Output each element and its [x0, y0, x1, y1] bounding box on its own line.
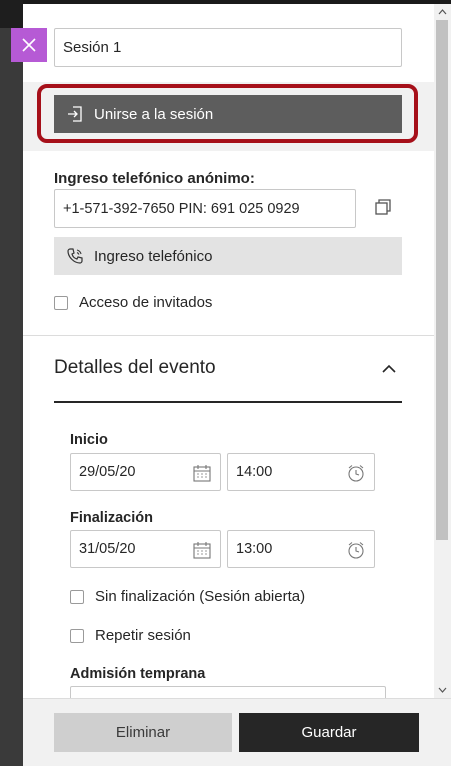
chevron-up-icon: [438, 9, 447, 15]
start-label: Inicio: [70, 432, 108, 448]
chevron-up-icon[interactable]: [380, 360, 398, 378]
end-date-input[interactable]: 31/05/20: [70, 530, 221, 568]
scrollbar-thumb[interactable]: [436, 20, 448, 540]
clock-icon[interactable]: [346, 540, 366, 560]
save-button[interactable]: Guardar: [239, 713, 419, 752]
chevron-down-icon: [438, 687, 447, 693]
start-date-input[interactable]: 29/05/20: [70, 453, 221, 491]
phone-dial-in-button[interactable]: Ingreso telefónico: [54, 237, 402, 275]
close-icon: [22, 38, 36, 52]
scroll-up-arrow[interactable]: [434, 4, 451, 20]
end-time-input[interactable]: 13:00: [227, 530, 375, 568]
event-details-title: Detalles del evento: [54, 357, 216, 378]
calendar-icon[interactable]: [192, 463, 212, 483]
delete-button[interactable]: Eliminar: [54, 713, 232, 752]
phone-dial-in-label: Ingreso telefónico anónimo:: [54, 170, 255, 187]
phone-number-field[interactable]: +1-571-392-7650 PIN: 691 025 0929: [54, 189, 356, 228]
early-admission-label: Admisión temprana: [70, 666, 206, 682]
calendar-icon[interactable]: [192, 540, 212, 560]
repeat-session-row[interactable]: Repetir sesión: [70, 627, 191, 644]
end-time-value: 13:00: [236, 541, 273, 557]
join-button-highlight: [37, 84, 418, 143]
close-button[interactable]: [11, 28, 47, 62]
page-backdrop: [0, 0, 23, 766]
clock-icon[interactable]: [346, 463, 366, 483]
no-end-row[interactable]: Sin finalización (Sesión abierta): [70, 588, 305, 605]
end-label: Finalización: [70, 510, 153, 526]
no-end-checkbox[interactable]: [70, 589, 84, 604]
session-name-input[interactable]: Sesión 1: [54, 28, 402, 67]
repeat-session-label: Repetir sesión: [95, 627, 191, 644]
end-date-value: 31/05/20: [79, 541, 136, 557]
guest-access-row[interactable]: Acceso de invitados: [54, 294, 212, 311]
guest-access-checkbox[interactable]: [54, 295, 68, 310]
repeat-session-checkbox[interactable]: [70, 628, 84, 643]
copy-icon[interactable]: [372, 196, 394, 218]
guest-access-label: Acceso de invitados: [79, 294, 213, 311]
start-time-input[interactable]: 14:00: [227, 453, 375, 491]
phone-icon: [67, 248, 83, 264]
phone-dial-in-button-label: Ingreso telefónico: [94, 247, 213, 265]
section-divider: [23, 335, 434, 336]
start-date-value: 29/05/20: [79, 464, 136, 480]
scroll-down-arrow[interactable]: [434, 682, 451, 698]
start-time-value: 14:00: [236, 464, 273, 480]
no-end-label: Sin finalización (Sesión abierta): [95, 588, 306, 605]
event-details-rule: [54, 401, 402, 403]
